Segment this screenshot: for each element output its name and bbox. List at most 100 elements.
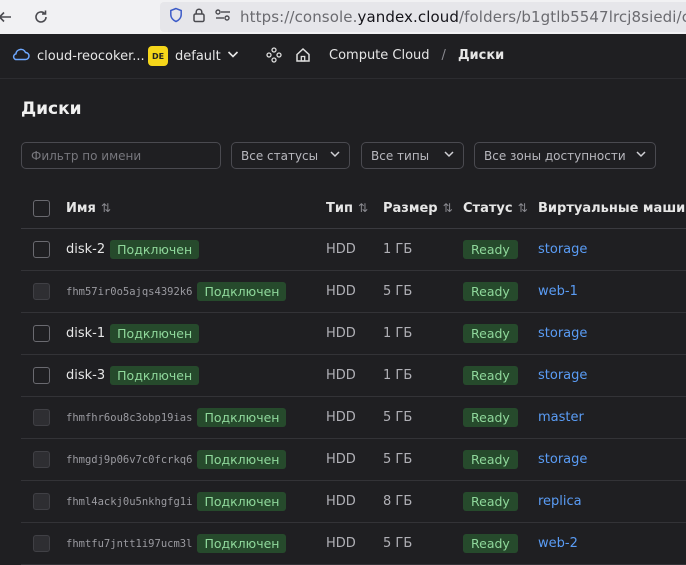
vm-link[interactable]: web-1 (538, 284, 578, 299)
disk-type: HDD (326, 536, 356, 551)
table-row[interactable]: fhmtfu7jntt1i97ucm3l Подключен HDD 5 ГБ Read… (21, 523, 686, 565)
vm-link[interactable]: master (538, 410, 584, 425)
disk-name[interactable]: fhmtfu7jntt1i97ucm3l (66, 538, 192, 550)
permissions-icon[interactable] (214, 7, 232, 27)
connected-badge: Подключен (197, 534, 287, 553)
chevron-down-icon (635, 148, 647, 163)
sort-icon: ⇅ (442, 201, 453, 215)
breadcrumb: Compute Cloud / Диски (329, 48, 504, 63)
table-row[interactable]: fhm57ir0o5ajqs4392k6 Подключен HDD 5 ГБ Read… (21, 271, 686, 313)
vm-link[interactable]: storage (538, 368, 587, 383)
connected-badge: Подключен (110, 324, 200, 343)
status-filter-value: Все статусы (241, 148, 319, 163)
lock-icon[interactable] (192, 7, 206, 27)
connected-badge: Подключен (197, 492, 287, 511)
vm-link[interactable]: storage (538, 326, 587, 341)
sort-icon: ⇅ (100, 201, 111, 215)
services-icon[interactable] (266, 47, 282, 67)
zone-filter-value: Все зоны доступности (484, 148, 626, 163)
page-title: Диски (21, 99, 82, 119)
select-all-checkbox[interactable] (33, 199, 50, 217)
row-checkbox[interactable] (33, 241, 50, 258)
connected-badge: Подключен (110, 366, 200, 385)
disk-size: 5 ГБ (383, 284, 413, 299)
row-checkbox (33, 409, 50, 426)
disk-type: HDD (326, 284, 356, 299)
disk-size: 5 ГБ (383, 410, 413, 425)
column-header-name[interactable]: Имя ⇅ (66, 188, 111, 228)
row-checkbox[interactable] (33, 325, 50, 342)
row-checkbox (33, 535, 50, 552)
cloud-icon (12, 47, 30, 65)
chevron-down-icon[interactable] (226, 47, 240, 65)
table-row[interactable]: fhml4ackj0u5nkhgfg1i Подключен HDD 8 ГБ Read… (21, 481, 686, 523)
status-badge: Ready (463, 492, 518, 511)
table-row[interactable]: fhmgdj9p06v7c0fcrkq6 Подключен HDD 5 ГБ Read… (21, 439, 686, 481)
reload-icon[interactable] (30, 6, 52, 28)
disk-name[interactable]: disk-2 (66, 242, 105, 257)
disk-size: 5 ГБ (383, 536, 413, 551)
disk-type: HDD (326, 368, 356, 383)
folder-badge: DE (148, 46, 168, 66)
disk-size: 1 ГБ (383, 326, 413, 341)
table-header: Имя ⇅ Тип ⇅ Размер ⇅ Статус ⇅ Виртуальные ма… (21, 188, 686, 229)
status-badge: Ready (463, 366, 518, 385)
status-badge: Ready (463, 324, 518, 343)
disk-type: HDD (326, 410, 356, 425)
connected-badge: Подключен (197, 408, 287, 427)
app-header: cloud-reocoker... DE default Compute Clo… (0, 34, 686, 79)
column-header-status[interactable]: Статус ⇅ (463, 188, 528, 228)
folder-name: default (175, 48, 221, 64)
breadcrumb-current: Диски (457, 48, 505, 63)
folder-selector[interactable]: DE default (148, 46, 221, 66)
address-bar[interactable]: https://console.yandex.cloud/folders/b1g… (160, 2, 686, 32)
disk-name[interactable]: fhmfhr6ou8c3obp19ias (66, 412, 192, 424)
chevron-down-icon (443, 148, 455, 163)
column-header-vms: Виртуальные машины (538, 200, 686, 216)
status-filter-select[interactable]: Все статусы (231, 142, 350, 169)
table-row[interactable]: disk-3 Подключен HDD 1 ГБ Ready storage (21, 355, 686, 397)
table-body: disk-2 Подключен HDD 1 ГБ Ready storage fhm57i… (21, 229, 686, 565)
disk-name[interactable]: disk-3 (66, 368, 105, 383)
status-badge: Ready (463, 282, 518, 301)
breadcrumb-separator: / (441, 48, 446, 63)
home-icon[interactable] (294, 46, 312, 68)
vm-link[interactable]: storage (538, 242, 587, 257)
disk-size: 1 ГБ (383, 368, 413, 383)
shield-icon[interactable] (168, 7, 184, 27)
disk-name[interactable]: fhmgdj9p06v7c0fcrkq6 (66, 454, 192, 466)
disk-name[interactable]: disk-1 (66, 326, 105, 341)
table-row[interactable]: fhmfhr6ou8c3obp19ias Подключен HDD 5 ГБ Read… (21, 397, 686, 439)
connected-badge: Подключен (197, 282, 287, 301)
column-header-type[interactable]: Тип ⇅ (326, 188, 368, 228)
connected-badge: Подключен (197, 450, 287, 469)
breadcrumb-service[interactable]: Compute Cloud (329, 48, 430, 63)
vm-link[interactable]: web-2 (538, 536, 578, 551)
sort-icon: ⇅ (517, 201, 528, 215)
connected-badge: Подключен (110, 240, 200, 259)
disk-size: 5 ГБ (383, 452, 413, 467)
table-row[interactable]: disk-1 Подключен HDD 1 ГБ Ready storage (21, 313, 686, 355)
cloud-name: cloud-reocoker... (37, 48, 145, 64)
disk-type: HDD (326, 326, 356, 341)
vm-link[interactable]: storage (538, 452, 587, 467)
table-row[interactable]: disk-2 Подключен HDD 1 ГБ Ready storage (21, 229, 686, 271)
name-filter-input[interactable] (21, 142, 221, 169)
disk-type: HDD (326, 242, 356, 257)
row-checkbox[interactable] (33, 367, 50, 384)
disk-name[interactable]: fhm57ir0o5ajqs4392k6 (66, 286, 192, 298)
disk-type: HDD (326, 452, 356, 467)
back-arrow-icon[interactable] (0, 6, 16, 28)
disk-name[interactable]: fhml4ackj0u5nkhgfg1i (66, 496, 192, 508)
zone-filter-select[interactable]: Все зоны доступности (474, 142, 656, 169)
status-badge: Ready (463, 450, 518, 469)
status-badge: Ready (463, 408, 518, 427)
cloud-selector[interactable]: cloud-reocoker... (12, 47, 145, 65)
disk-size: 1 ГБ (383, 242, 413, 257)
sort-icon: ⇅ (357, 201, 369, 215)
type-filter-select[interactable]: Все типы (361, 142, 464, 169)
status-badge: Ready (463, 534, 518, 553)
vm-link[interactable]: replica (538, 494, 582, 509)
column-header-size[interactable]: Размер ⇅ (383, 188, 453, 228)
browser-toolbar: https://console.yandex.cloud/folders/b1g… (0, 0, 686, 34)
